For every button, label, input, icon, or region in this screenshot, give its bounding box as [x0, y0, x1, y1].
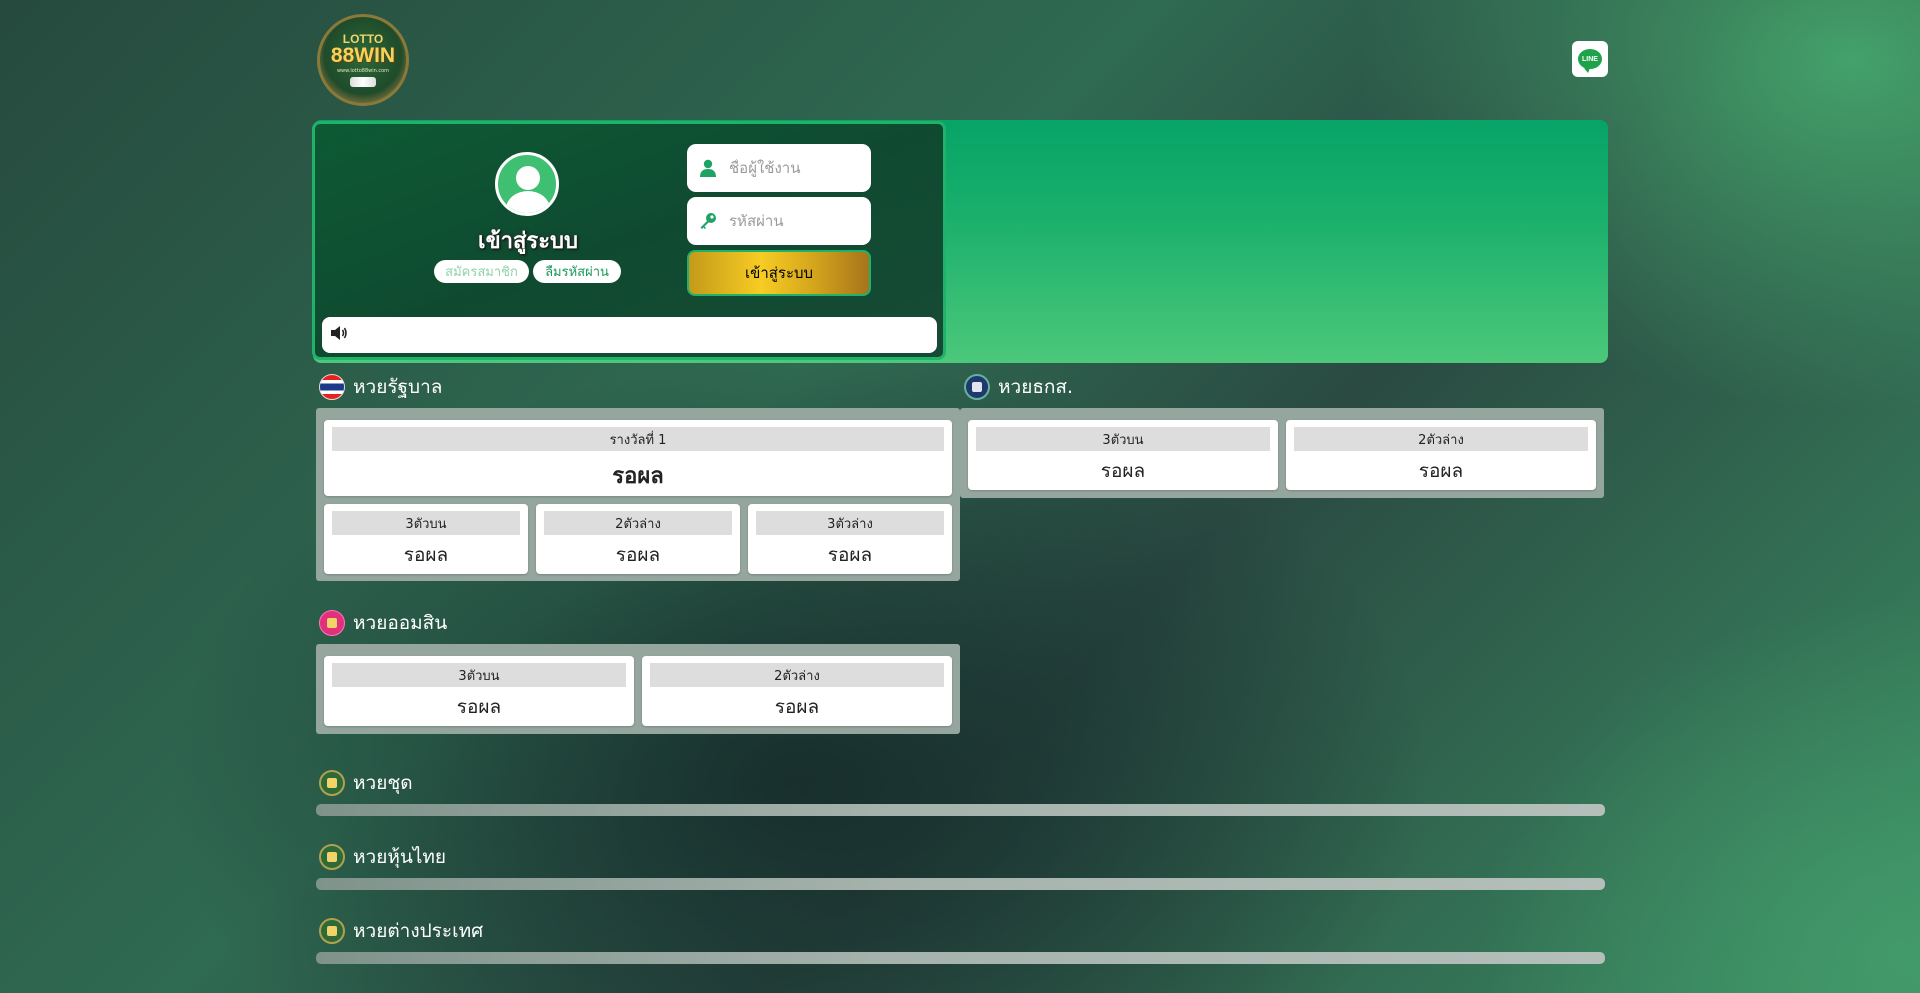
- chips-icon: [350, 77, 376, 87]
- three-top-card: 3ตัวบน รอผล: [324, 504, 528, 574]
- section-title-text: หวยรัฐบาล: [353, 376, 443, 398]
- lotto-logo-icon: [319, 918, 345, 944]
- login-panel: เข้าสู่ระบบ สมัครสมาชิก ลืมรหัสผ่าน เข้า…: [312, 121, 946, 360]
- gsb-results-panel: 3ตัวบน รอผล 2ตัวล่าง รอผล: [316, 644, 960, 734]
- section-title-baac: หวยธกส.: [964, 372, 1073, 402]
- login-submit-button[interactable]: เข้าสู่ระบบ: [687, 250, 871, 296]
- two-bottom-card: 2ตัวล่าง รอผล: [536, 504, 740, 574]
- username-field[interactable]: [687, 144, 871, 192]
- forgot-password-button[interactable]: ลืมรหัสผ่าน: [533, 260, 621, 283]
- line-label: LINE: [1582, 55, 1598, 63]
- two-bottom-label: 2ตัวล่าง: [544, 511, 732, 535]
- section-title-text: หวยหุ้นไทย: [353, 846, 447, 868]
- gsb-two-bottom-value: รอผล: [774, 696, 820, 718]
- gsb-two-bottom-label: 2ตัวล่าง: [650, 663, 944, 687]
- section-title-text: หวยธกส.: [998, 376, 1074, 398]
- set-lottery-bar: [316, 804, 1605, 816]
- gsb-logo-icon: [319, 610, 345, 636]
- logo-url: www.lotto88win.com: [336, 68, 390, 74]
- thai-flag-icon: [319, 374, 345, 400]
- three-bottom-value: รอผล: [827, 544, 873, 566]
- section-title-set: หวยชุด: [319, 768, 413, 798]
- avatar-icon: [495, 152, 559, 216]
- baac-two-bottom-label: 2ตัวล่าง: [1294, 427, 1588, 451]
- section-title-text: หวยออมสิน: [353, 612, 448, 634]
- section-title-text: หวยต่างประเทศ: [353, 920, 484, 942]
- baac-two-bottom-card: 2ตัวล่าง รอผล: [1286, 420, 1596, 490]
- three-bottom-label: 3ตัวล่าง: [756, 511, 944, 535]
- three-top-label: 3ตัวบน: [332, 511, 520, 535]
- section-title-foreign: หวยต่างประเทศ: [319, 916, 483, 946]
- government-results-panel: รางวัลที่ 1 รอผล 3ตัวบน รอผล 2ตัวล่าง รอ…: [316, 408, 960, 581]
- baac-logo-icon: [964, 374, 990, 400]
- password-field[interactable]: [687, 197, 871, 245]
- first-prize-card: รางวัลที่ 1 รอผล: [324, 420, 952, 496]
- section-title-text: หวยชุด: [353, 772, 413, 794]
- line-contact-button[interactable]: LINE: [1572, 41, 1608, 77]
- logo-text-main: 88WIN: [330, 44, 396, 67]
- announcement-bar: [322, 317, 937, 353]
- key-icon: [687, 212, 729, 230]
- password-input[interactable]: [729, 212, 859, 230]
- foreign-lottery-bar: [316, 952, 1605, 964]
- lotto-logo-icon: [319, 844, 345, 870]
- section-title-gsb: หวยออมสิน: [319, 608, 447, 638]
- lotto-logo-icon: [319, 770, 345, 796]
- first-prize-label: รางวัลที่ 1: [332, 427, 944, 451]
- section-title-thai-stock: หวยหุ้นไทย: [319, 842, 446, 872]
- three-top-value: รอผล: [403, 544, 449, 566]
- gsb-three-top-label: 3ตัวบน: [332, 663, 626, 687]
- two-bottom-value: รอผล: [615, 544, 661, 566]
- page-container: LOTTO 88WIN www.lotto88win.com LINE เข้า…: [312, 0, 1608, 993]
- three-bottom-card: 3ตัวล่าง รอผล: [748, 504, 952, 574]
- line-icon: LINE: [1578, 49, 1602, 73]
- baac-results-panel: 3ตัวบน รอผล 2ตัวล่าง รอผล: [960, 408, 1604, 498]
- site-logo[interactable]: LOTTO 88WIN www.lotto88win.com: [317, 14, 409, 106]
- baac-three-top-label: 3ตัวบน: [976, 427, 1270, 451]
- gsb-three-top-card: 3ตัวบน รอผล: [324, 656, 634, 726]
- username-input[interactable]: [729, 159, 859, 177]
- baac-three-top-value: รอผล: [1100, 460, 1146, 482]
- user-icon: [687, 159, 729, 177]
- register-button[interactable]: สมัครสมาชิก: [434, 260, 529, 283]
- gsb-three-top-value: รอผล: [456, 696, 502, 718]
- speaker-icon: [330, 325, 348, 345]
- baac-three-top-card: 3ตัวบน รอผล: [968, 420, 1278, 490]
- baac-two-bottom-value: รอผล: [1418, 460, 1464, 482]
- login-title: เข้าสู่ระบบ: [478, 229, 578, 254]
- section-title-government: หวยรัฐบาล: [319, 372, 442, 402]
- thai-stock-lottery-bar: [316, 878, 1605, 890]
- gsb-two-bottom-card: 2ตัวล่าง รอผล: [642, 656, 952, 726]
- first-prize-value: รอผล: [612, 464, 664, 489]
